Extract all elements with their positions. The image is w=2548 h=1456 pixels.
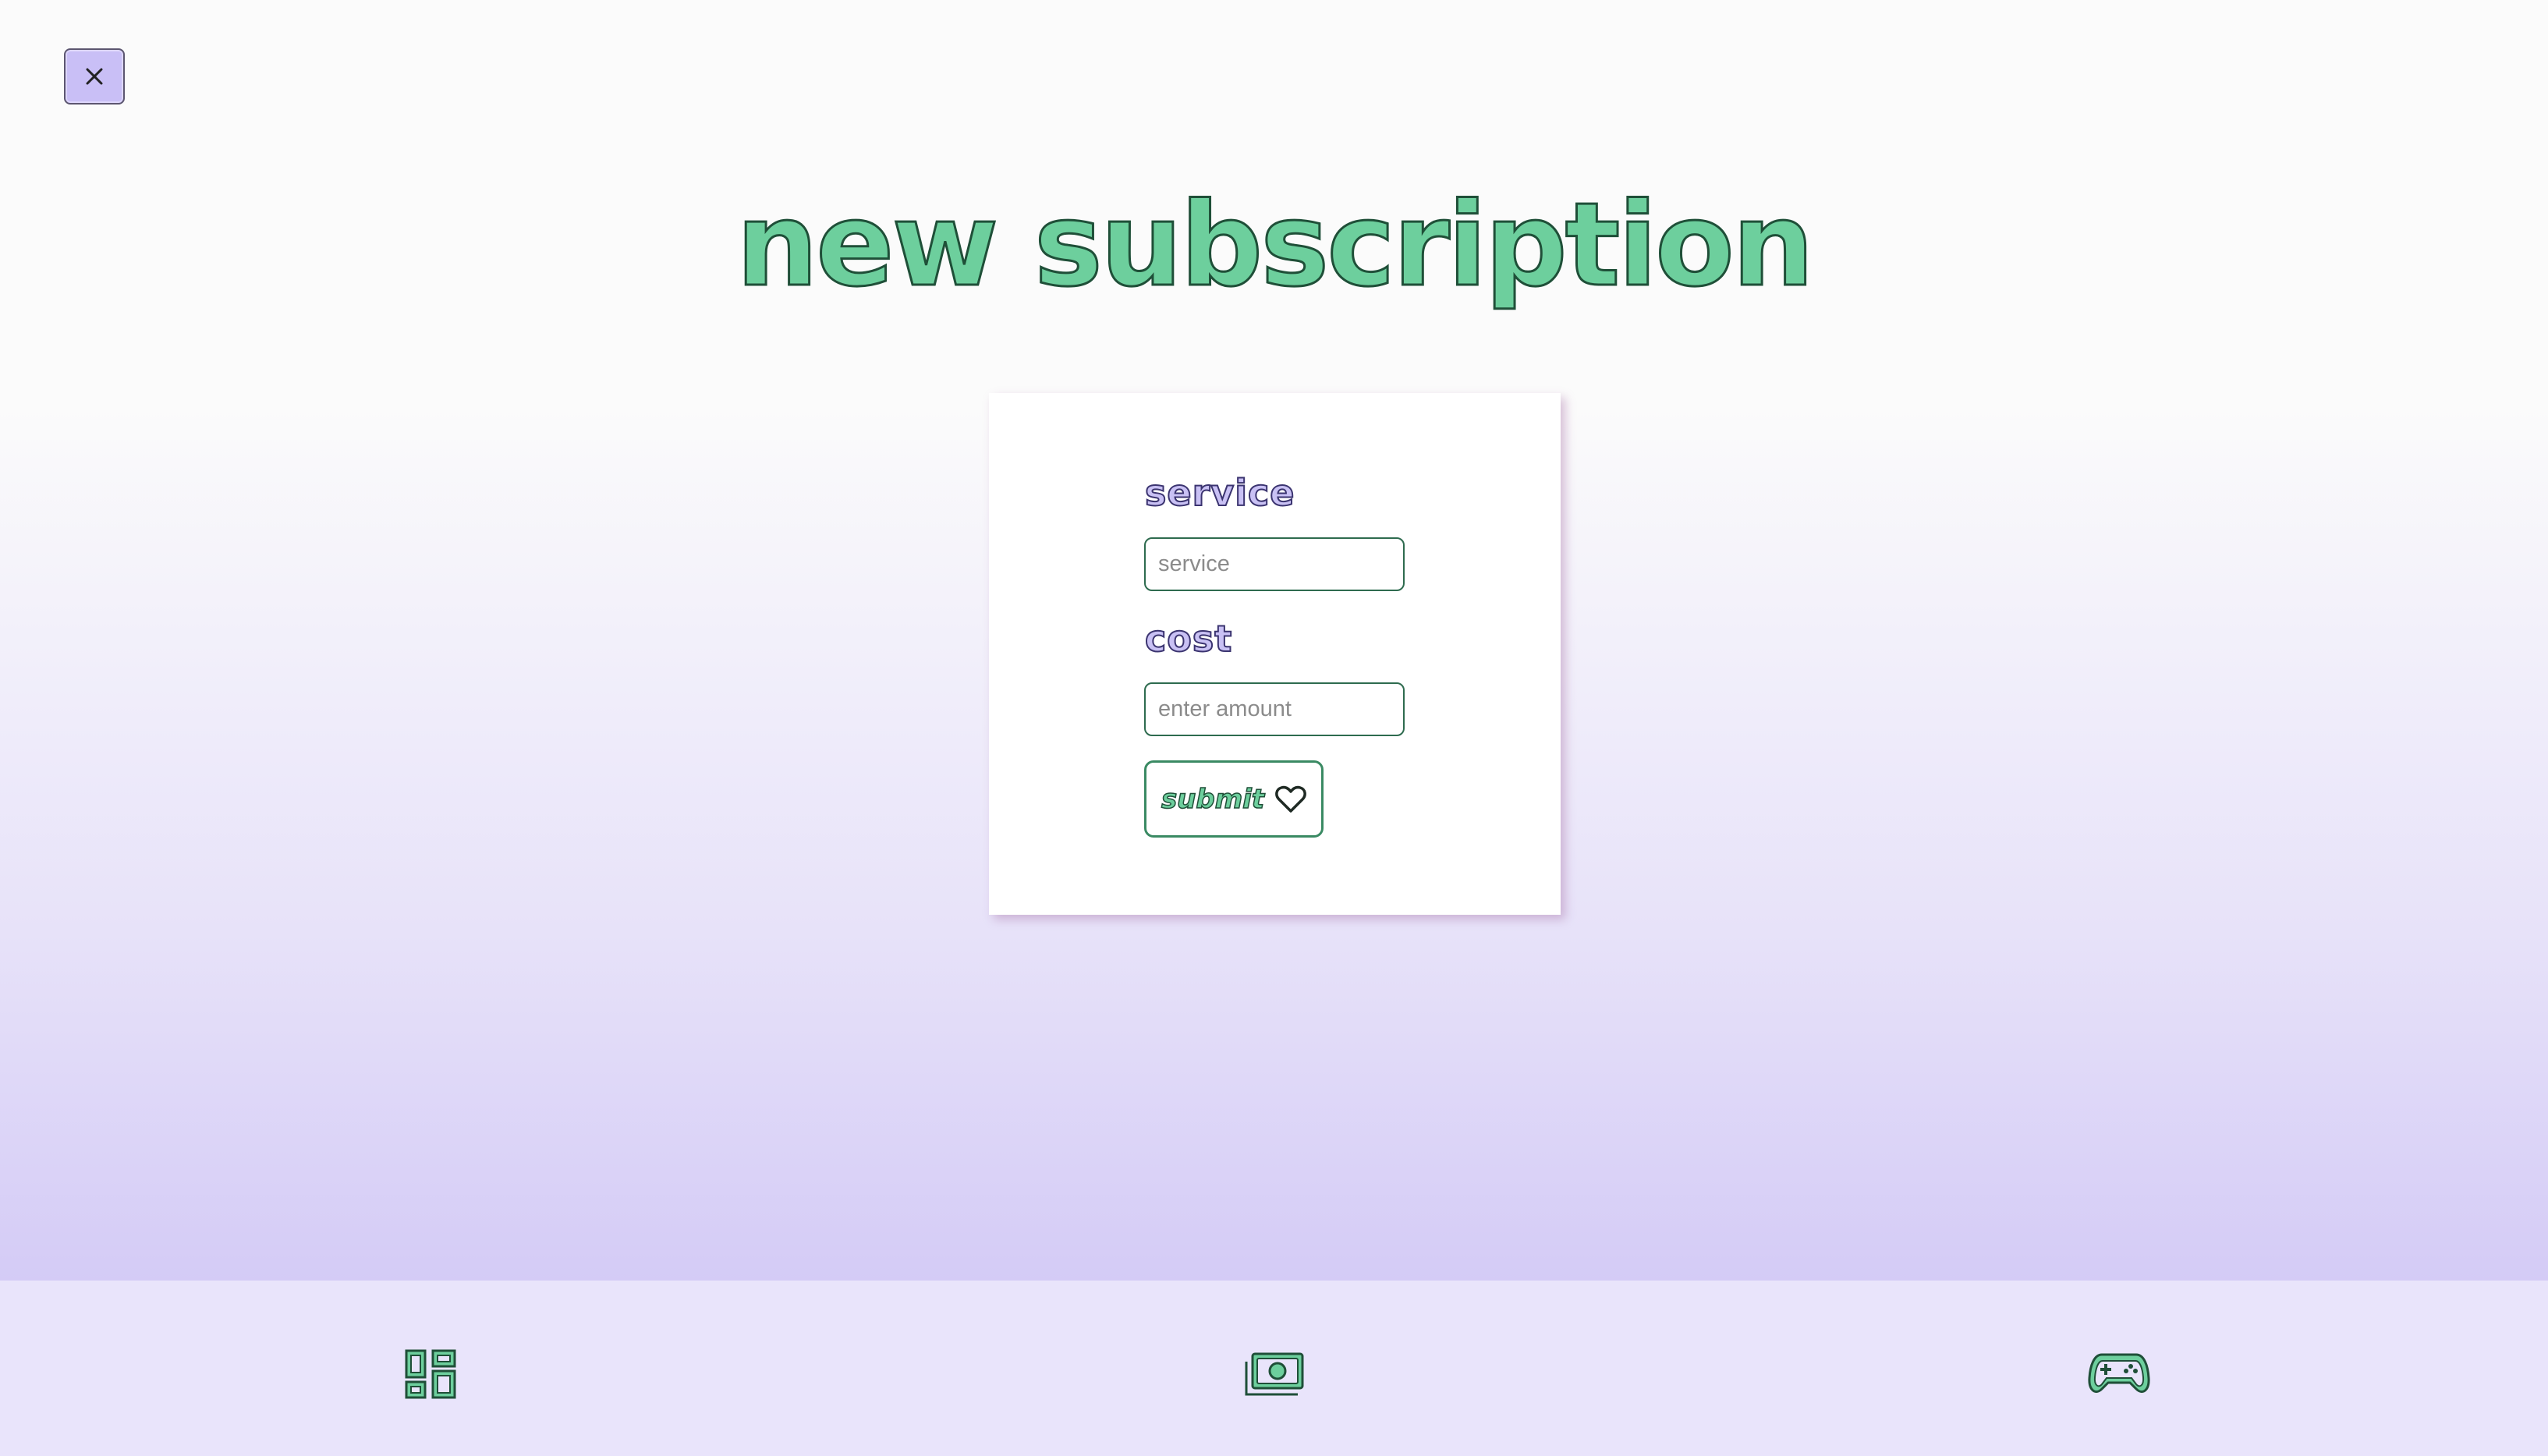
nav-item-dashboard[interactable] <box>399 1343 462 1405</box>
money-icon <box>1245 1352 1304 1396</box>
nav-item-games[interactable] <box>2088 1343 2150 1405</box>
subscription-form-card: service cost submit <box>989 393 1561 915</box>
cost-input[interactable] <box>1144 682 1405 736</box>
close-button[interactable] <box>64 48 125 105</box>
service-input[interactable] <box>1144 537 1405 591</box>
dashboard-icon <box>405 1349 456 1399</box>
submit-label: submit <box>1161 783 1265 816</box>
submit-button[interactable]: submit <box>1144 760 1324 838</box>
gamepad-icon <box>2088 1353 2150 1393</box>
page-title: new subscription <box>735 178 1815 312</box>
heart-icon <box>1275 785 1306 813</box>
nav-item-money[interactable] <box>1243 1343 1306 1405</box>
cost-label: cost <box>1144 618 1233 660</box>
service-label: service <box>1144 472 1295 514</box>
bottom-nav <box>0 1281 2548 1456</box>
close-icon <box>86 68 103 85</box>
